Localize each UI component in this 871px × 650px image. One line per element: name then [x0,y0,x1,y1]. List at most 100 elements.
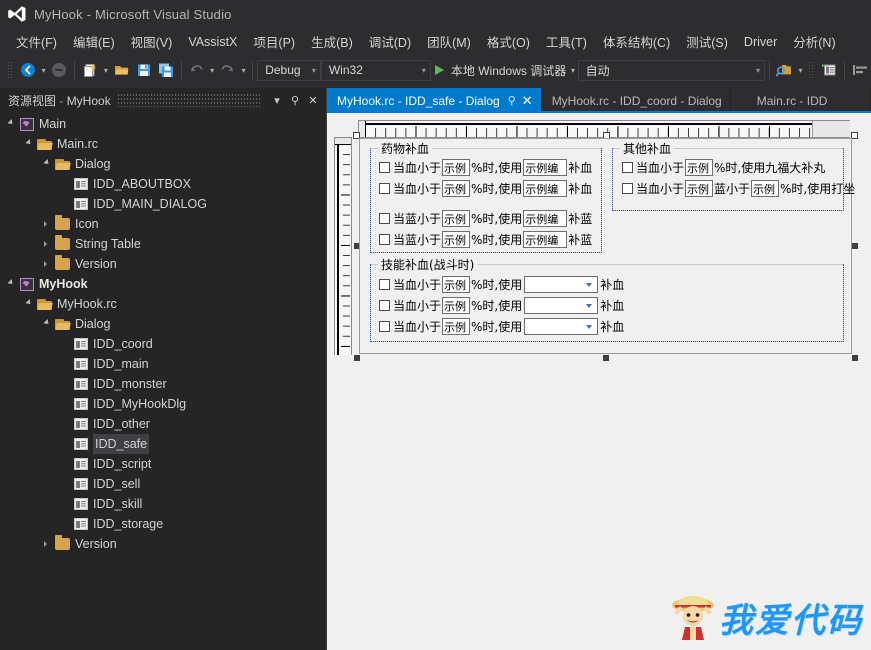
menu-architecture[interactable]: 体系结构(C) [595,29,678,54]
input-other-hp-2[interactable]: 示例 [685,180,714,197]
resize-handle-bottom-left[interactable] [354,355,360,361]
input-other-percent-1[interactable]: 示例 [685,159,714,176]
tree-item-myhook-rc[interactable]: MyHook.rc [0,294,326,314]
input-percent-4[interactable]: 示例 [442,231,471,248]
tree-expander-open-icon[interactable] [22,134,36,154]
tree-item-version[interactable]: Version [0,534,326,554]
start-debug-icon[interactable] [434,65,444,75]
tree-item-idd-coord[interactable]: IDD_coord [0,334,326,354]
menu-test[interactable]: 测试(S) [678,29,736,54]
row-medicine-3[interactable]: 当蓝小于 示例 %时,使用 示例编 补蓝 [379,210,592,227]
input-skill-percent-1[interactable]: 示例 [442,276,471,293]
tree-item-main[interactable]: Main [0,114,326,134]
pin-icon[interactable]: ⚲ [508,94,516,107]
dialog-client-area[interactable]: 药物补血 当血小于 示例 %时,使用 示例编 补血 当血小于 示例 %时,使用 … [359,138,855,354]
navigate-forward-icon[interactable] [48,59,70,81]
start-debug-label[interactable]: 本地 Windows 调试器 [449,62,568,79]
resize-handle-bottom-right[interactable] [852,355,858,361]
input-percent-1[interactable]: 示例 [442,159,471,176]
solution-configuration-combo[interactable]: Debug ▾ [257,59,321,81]
redo-icon[interactable] [217,59,239,81]
open-file-icon[interactable] [111,59,133,81]
input-item-4[interactable]: 示例编 [523,231,568,248]
groupbox-skill-heal[interactable]: 技能补血(战斗时) 当血小于 示例 %时,使用 补血 当血小于 示例 %时,使用 [370,256,844,342]
menu-build[interactable]: 生成(B) [303,29,361,54]
menu-tools[interactable]: 工具(T) [538,29,595,54]
menu-vassistx[interactable]: VAssistX [180,32,245,52]
menu-format[interactable]: 格式(O) [479,29,538,54]
checkbox-other-2[interactable] [622,183,633,194]
tree-item-icon[interactable]: Icon [0,214,326,234]
tree-expander-closed-icon[interactable] [40,534,54,554]
tree-expander-closed-icon[interactable] [40,234,54,254]
toolbar-grip[interactable] [808,61,816,79]
find-in-files-icon[interactable] [774,59,796,81]
resize-handle-middle-right[interactable] [852,243,858,249]
close-icon[interactable]: ✕ [522,93,533,109]
redo-dropdown-icon[interactable]: ▾ [239,59,248,81]
resize-handle-top-right[interactable] [851,132,858,139]
find-dropdown-icon[interactable]: ▾ [796,59,805,81]
tab-idd-coord[interactable]: MyHook.rc - IDD_coord - Dialog [541,88,731,113]
new-item-dropdown-icon[interactable]: ▾ [101,59,110,81]
checkbox-skill-3[interactable] [379,321,390,332]
combo-skill-3[interactable] [524,318,599,335]
toolbar-grip[interactable] [7,61,14,79]
solution-platform-combo[interactable]: Win32 ▾ [320,59,431,81]
menu-view[interactable]: 视图(V) [123,29,181,54]
tree-item-version[interactable]: Version [0,254,326,274]
tree-item-idd-monster[interactable]: IDD_monster [0,374,326,394]
tree-item-idd-skill[interactable]: IDD_skill [0,494,326,514]
start-debug-dropdown-icon[interactable]: ▾ [568,59,577,81]
resize-handle-bottom-center[interactable] [603,355,609,361]
input-item-1[interactable]: 示例编 [523,159,568,176]
input-skill-percent-3[interactable]: 示例 [442,318,471,335]
tree-expander-open-icon[interactable] [22,294,36,314]
input-percent-2[interactable]: 示例 [442,180,471,197]
tree-expander-open-icon[interactable] [4,274,18,294]
input-item-3[interactable]: 示例编 [523,210,568,227]
navigate-back-dropdown-icon[interactable]: ▾ [39,59,48,81]
checkbox-medicine-3[interactable] [379,213,390,224]
groupbox-medicine-heal[interactable]: 药物补血 当血小于 示例 %时,使用 示例编 补血 当血小于 示例 %时,使用 … [370,140,602,253]
checkbox-skill-1[interactable] [379,279,390,290]
tree-item-idd-storage[interactable]: IDD_storage [0,514,326,534]
tree-expander-closed-icon[interactable] [40,254,54,274]
tree-item-main-rc[interactable]: Main.rc [0,134,326,154]
close-icon[interactable]: ✕ [304,91,322,109]
row-other-1[interactable]: 当血小于 示例 %时,使用九福大补丸 [622,159,825,176]
menu-team[interactable]: 团队(M) [419,29,479,54]
tree-item-idd-main-dialog[interactable]: IDD_MAIN_DIALOG [0,194,326,214]
checkbox-medicine-4[interactable] [379,234,390,245]
tree-item-idd-aboutbox[interactable]: IDD_ABOUTBOX [0,174,326,194]
menu-analyze[interactable]: 分析(N) [785,29,843,54]
row-skill-1[interactable]: 当血小于 示例 %时,使用 补血 [379,276,624,293]
tree-item-dialog[interactable]: Dialog [0,154,326,174]
navigate-back-icon[interactable] [17,59,39,81]
row-medicine-1[interactable]: 当血小于 示例 %时,使用 示例编 补血 [379,159,592,176]
groupbox-other-heal[interactable]: 其他补血 当血小于 示例 %时,使用九福大补丸 当血小于 示例 蓝小于 示例 %… [612,140,855,211]
tree-item-dialog[interactable]: Dialog [0,314,326,334]
tree-expander-open-icon[interactable] [4,114,18,134]
row-skill-2[interactable]: 当血小于 示例 %时,使用 补血 [379,297,624,314]
checkbox-medicine-1[interactable] [379,162,390,173]
tree-item-idd-main[interactable]: IDD_main [0,354,326,374]
dialog-designer-surface[interactable]: 药物补血 当血小于 示例 %时,使用 示例编 补血 当血小于 示例 %时,使用 … [327,113,871,650]
checkbox-skill-2[interactable] [379,300,390,311]
tab-idd-safe[interactable]: MyHook.rc - IDD_safe - Dialog ⚲ ✕ [327,88,542,113]
row-skill-3[interactable]: 当血小于 示例 %时,使用 补血 [379,318,624,335]
combo-skill-2[interactable] [524,297,599,314]
row-medicine-4[interactable]: 当蓝小于 示例 %时,使用 示例编 补蓝 [379,231,592,248]
input-skill-percent-2[interactable]: 示例 [442,297,471,314]
tree-item-idd-myhookdlg[interactable]: IDD_MyHookDlg [0,394,326,414]
chevron-down-icon[interactable]: ▾ [268,91,286,109]
tree-item-idd-script[interactable]: IDD_script [0,454,326,474]
tree-expander-open-icon[interactable] [40,314,54,334]
undo-dropdown-icon[interactable]: ▾ [207,59,216,81]
checkbox-other-1[interactable] [622,162,633,173]
tree-item-idd-other[interactable]: IDD_other [0,414,326,434]
menu-project[interactable]: 项目(P) [245,29,303,54]
tree-expander-closed-icon[interactable] [40,214,54,234]
pin-icon[interactable]: ⚲ [286,91,304,109]
align-icon[interactable] [849,59,871,81]
